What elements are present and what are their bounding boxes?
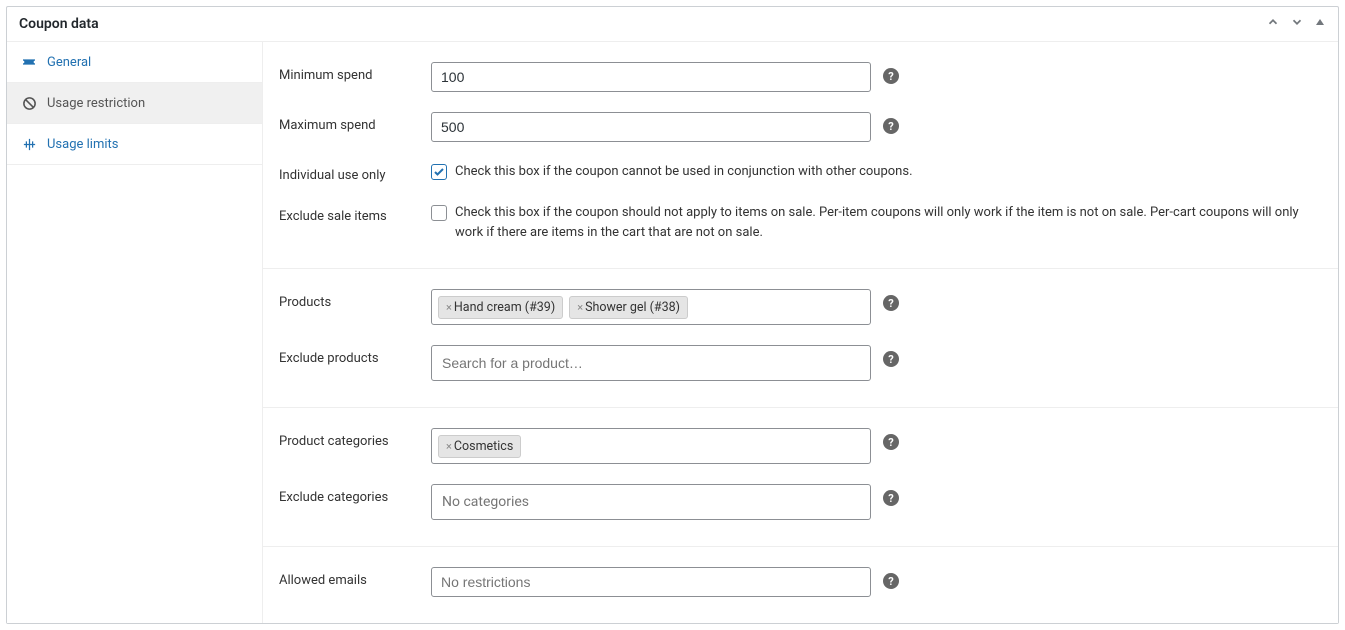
label-exclude-products: Exclude products [279,345,423,366]
products-select[interactable]: ×Hand cream (#39) ×Shower gel (#38) [431,289,871,325]
collapse-icon[interactable] [1314,16,1326,32]
exclude-sale-checkbox[interactable] [431,205,447,221]
maximum-spend-input[interactable] [431,112,871,142]
exclude-sale-description: Check this box if the coupon should not … [455,203,1322,242]
row-allowed-emails: Allowed emails ? [263,557,1338,607]
section-categories: Product categories ×Cosmetics ? Exclude … [263,408,1338,547]
label-exclude-categories: Exclude categories [279,484,423,505]
remove-icon[interactable]: × [446,301,452,314]
label-product-categories: Product categories [279,428,423,449]
content: Minimum spend ? Maximum spend ? Individu… [263,42,1338,623]
label-allowed-emails: Allowed emails [279,567,423,588]
minimum-spend-input[interactable] [431,62,871,92]
remove-icon[interactable]: × [577,301,583,314]
limits-icon [21,136,37,152]
label-individual-use: Individual use only [279,162,423,183]
sidebar: General Usage restriction Usage limits [7,42,263,623]
ticket-icon [21,54,37,70]
help-icon[interactable]: ? [883,573,899,589]
coupon-data-panel: Coupon data General Usage restriction Us… [6,6,1339,624]
panel-body: General Usage restriction Usage limits M… [7,42,1338,623]
move-up-icon[interactable] [1266,15,1280,33]
help-icon[interactable]: ? [883,68,899,84]
help-icon[interactable]: ? [883,295,899,311]
help-icon[interactable]: ? [883,490,899,506]
panel-header: Coupon data [7,7,1338,42]
row-product-categories: Product categories ×Cosmetics ? [263,418,1338,474]
row-maximum-spend: Maximum spend ? [263,102,1338,152]
help-icon[interactable]: ? [883,351,899,367]
section-emails: Allowed emails ? [263,547,1338,623]
category-tag: ×Cosmetics [438,435,521,458]
individual-use-description: Check this box if the coupon cannot be u… [455,162,913,182]
panel-title: Coupon data [19,16,99,32]
sidebar-item-general[interactable]: General [7,42,262,83]
exclude-products-select[interactable] [431,345,871,381]
remove-icon[interactable]: × [446,440,452,453]
exclude-products-search[interactable] [438,352,864,374]
sidebar-item-label: Usage restriction [47,96,145,111]
exclude-categories-select[interactable]: No categories [431,484,871,520]
sidebar-item-usage-limits[interactable]: Usage limits [7,124,262,165]
row-individual-use: Individual use only Check this box if th… [263,152,1338,193]
section-spend: Minimum spend ? Maximum spend ? Individu… [263,42,1338,269]
product-categories-select[interactable]: ×Cosmetics [431,428,871,464]
sidebar-item-label: General [47,55,91,70]
sidebar-item-label: Usage limits [47,137,118,152]
label-maximum-spend: Maximum spend [279,112,423,133]
help-icon[interactable]: ? [883,118,899,134]
move-down-icon[interactable] [1290,15,1304,33]
row-exclude-sale: Exclude sale items Check this box if the… [263,193,1338,252]
product-tag: ×Shower gel (#38) [569,296,688,319]
label-exclude-sale: Exclude sale items [279,203,423,224]
row-exclude-products: Exclude products ? [263,335,1338,391]
product-tag: ×Hand cream (#39) [438,296,563,319]
row-products: Products ×Hand cream (#39) ×Shower gel (… [263,279,1338,335]
exclude-categories-placeholder: No categories [438,491,533,513]
section-products: Products ×Hand cream (#39) ×Shower gel (… [263,269,1338,408]
sidebar-item-usage-restriction[interactable]: Usage restriction [7,83,262,124]
individual-use-checkbox[interactable] [431,164,447,180]
block-icon [21,95,37,111]
panel-controls [1266,15,1326,33]
label-minimum-spend: Minimum spend [279,62,423,83]
label-products: Products [279,289,423,310]
help-icon[interactable]: ? [883,434,899,450]
row-exclude-categories: Exclude categories No categories ? [263,474,1338,530]
row-minimum-spend: Minimum spend ? [263,52,1338,102]
